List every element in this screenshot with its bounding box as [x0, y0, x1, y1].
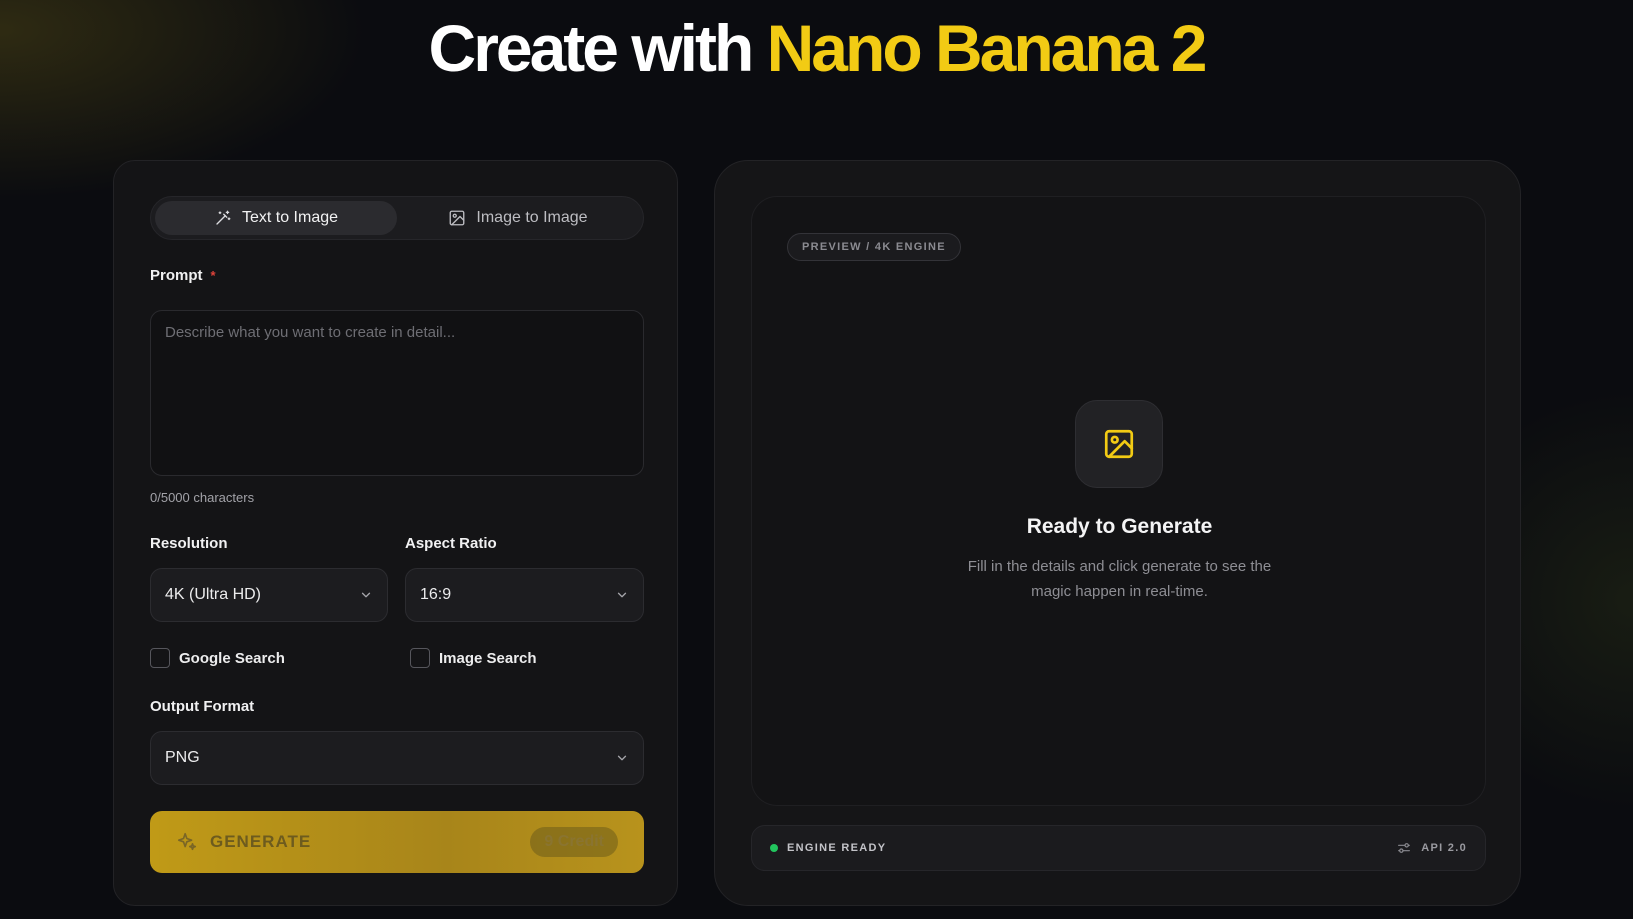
required-marker: * — [210, 268, 216, 283]
tab-text-to-image[interactable]: Text to Image — [155, 201, 397, 235]
mode-toggle: Text to Image Image to Image — [150, 196, 644, 240]
tab-label: Text to Image — [241, 209, 339, 226]
chevron-down-icon — [617, 755, 627, 761]
prompt-label: Prompt * — [150, 267, 216, 284]
prompt-label-text: Prompt — [150, 267, 203, 284]
chevron-down-icon — [361, 592, 371, 598]
preview-engine-badge: PREVIEW / 4K ENGINE — [787, 233, 961, 261]
image-search-option[interactable]: Image Search — [410, 648, 537, 668]
image-icon — [1104, 429, 1134, 459]
engine-status: ENGINE READY — [770, 842, 886, 854]
preview-placeholder-tile — [1075, 400, 1163, 488]
generation-form-panel: Text to Image Image to Image Prompt * 0/5… — [113, 160, 678, 906]
resolution-label: Resolution — [150, 535, 228, 552]
credit-cost-badge: 9 Credit — [530, 827, 618, 857]
engine-status-bar: ENGINE READY API 2.0 — [751, 825, 1486, 871]
generate-label-group: GENERATE — [176, 831, 311, 853]
title-prefix: Create with — [428, 11, 755, 85]
tab-image-to-image[interactable]: Image to Image — [397, 201, 639, 235]
image-icon — [449, 210, 465, 226]
google-search-label: Google Search — [179, 649, 285, 667]
tab-label: Image to Image — [476, 209, 588, 226]
output-format-value: PNG — [165, 749, 200, 766]
engine-status-text: ENGINE READY — [787, 842, 887, 854]
image-search-label: Image Search — [439, 649, 537, 667]
description-line: Fill in the details and click generate t… — [967, 558, 1272, 575]
sparkle-icon — [177, 832, 197, 851]
magic-wand-icon — [216, 210, 231, 225]
chevron-down-icon — [617, 592, 627, 598]
empty-state-description: Fill in the details and click generate t… — [939, 554, 1300, 604]
char-counter: 0/5000 characters — [150, 490, 255, 505]
generate-label: GENERATE — [210, 832, 312, 851]
google-search-checkbox[interactable] — [150, 648, 170, 668]
api-version: API 2.0 — [1396, 840, 1467, 856]
empty-state-title: Ready to Generate — [1026, 515, 1213, 538]
api-version-text: API 2.0 — [1421, 842, 1467, 854]
aspect-ratio-select[interactable]: 16:9 — [405, 568, 644, 622]
generate-button[interactable]: GENERATE 9 Credit — [150, 811, 644, 873]
aspect-ratio-value: 16:9 — [420, 586, 452, 603]
sliders-icon — [1398, 843, 1411, 853]
description-line: magic happen in real-time. — [1031, 583, 1208, 600]
output-format-select[interactable]: PNG — [150, 731, 644, 785]
resolution-select[interactable]: 4K (Ultra HD) — [150, 568, 388, 622]
preview-panel: PREVIEW / 4K ENGINE Ready to Generate Fi… — [714, 160, 1521, 906]
preview-area: PREVIEW / 4K ENGINE Ready to Generate Fi… — [751, 196, 1486, 806]
output-format-label: Output Format — [150, 698, 255, 715]
title-brand: Nano Banana 2 — [766, 11, 1208, 85]
resolution-value: 4K (Ultra HD) — [165, 586, 262, 603]
page-title: Create with Nano Banana 2 — [0, 8, 1633, 88]
google-search-option[interactable]: Google Search — [150, 648, 285, 668]
prompt-input[interactable] — [150, 310, 644, 476]
status-dot-icon — [770, 844, 778, 852]
aspect-ratio-label: Aspect Ratio — [405, 535, 497, 552]
image-search-checkbox[interactable] — [410, 648, 430, 668]
